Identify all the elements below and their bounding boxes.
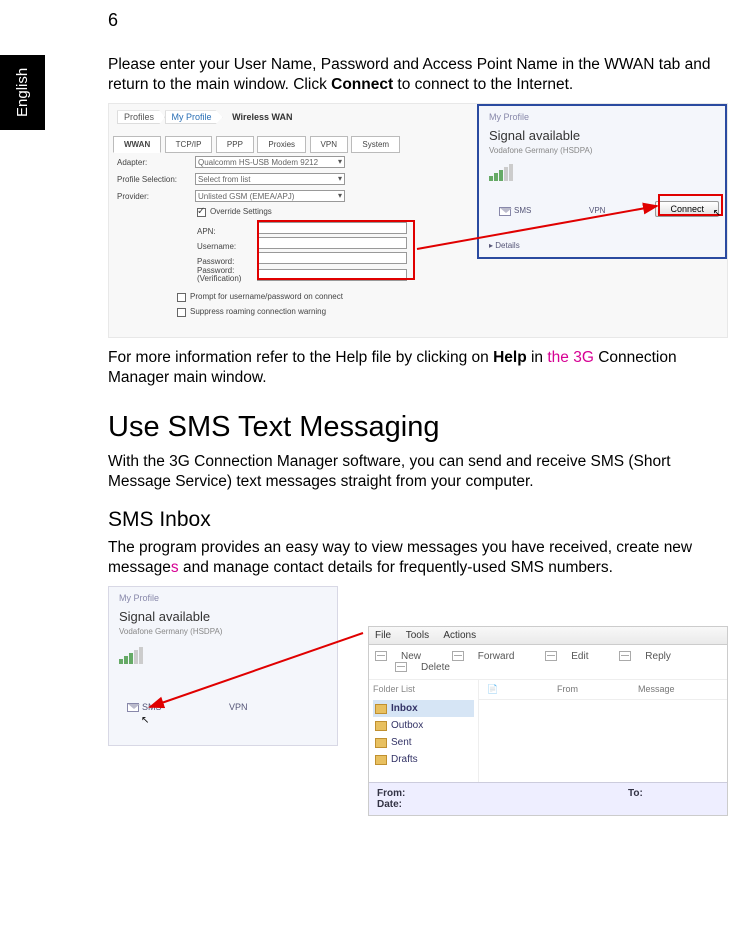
password-label: Password:	[197, 257, 257, 266]
profile-selection-label: Profile Selection:	[117, 175, 195, 184]
folder-icon	[375, 755, 387, 765]
suppress-label: Suppress roaming connection warning	[190, 307, 326, 316]
reply-icon	[619, 651, 631, 661]
forward-button[interactable]: Forward	[452, 651, 529, 662]
annotation-arrow	[417, 204, 665, 254]
col-message[interactable]: Message	[638, 684, 675, 695]
footer-to-label: To:	[628, 788, 643, 799]
text: For more information refer to the Help f…	[108, 349, 493, 366]
edit-insertion: the 3G	[547, 349, 594, 366]
toolbar: New Forward Edit Reply Delete	[369, 645, 727, 680]
profile-select[interactable]: Select from list	[195, 173, 345, 185]
edit-button[interactable]: Edit	[545, 651, 602, 662]
menu-actions[interactable]: Actions	[443, 630, 476, 641]
apn-label: APN:	[197, 227, 257, 236]
provider-label: Provider:	[117, 192, 195, 201]
override-label: Override Settings	[210, 207, 272, 216]
page-title: Wireless WAN	[232, 112, 292, 122]
menu-file[interactable]: File	[375, 630, 391, 641]
card-profile: My Profile	[119, 593, 159, 603]
new-icon	[375, 651, 387, 661]
delete-button[interactable]: Delete	[395, 662, 464, 673]
annotation-arrow	[148, 631, 368, 711]
help-paragraph: For more information refer to the Help f…	[108, 348, 728, 388]
menu-bar: File Tools Actions	[369, 627, 727, 645]
message-list-header: 📄 From Message	[479, 680, 727, 700]
folder-icon	[375, 721, 387, 731]
tab-system[interactable]: System	[351, 136, 400, 153]
suppress-checkbox[interactable]	[177, 308, 186, 317]
folder-icon	[375, 704, 387, 714]
footer-from-label: From:	[377, 788, 405, 799]
cursor-icon: ↖	[713, 208, 721, 219]
card-profile: My Profile	[489, 112, 529, 122]
tab-ppp[interactable]: PPP	[216, 136, 254, 153]
envelope-icon	[127, 703, 139, 712]
delete-icon	[395, 662, 407, 672]
adapter-label: Adapter:	[117, 158, 195, 167]
tabs: WWAN TCP/IP PPP Proxies VPN System	[113, 134, 399, 153]
carrier-name: Vodafone Germany (HSDPA)	[489, 146, 592, 155]
folder-inbox[interactable]: Inbox	[373, 700, 474, 717]
prompt-label: Prompt for username/password on connect	[190, 292, 343, 301]
heading-sms-messaging: Use SMS Text Messaging	[108, 411, 728, 444]
forward-icon	[452, 651, 464, 661]
col-icon: 📄	[487, 684, 497, 695]
wwan-settings-screenshot: Profiles My Profile Wireless WAN WWAN TC…	[108, 103, 728, 338]
preview-pane-footer: From: Date: To:	[369, 782, 727, 815]
menu-tools[interactable]: Tools	[406, 630, 429, 641]
sms-intro-paragraph: With the 3G Connection Manager software,…	[108, 452, 728, 492]
tab-vpn[interactable]: VPN	[310, 136, 348, 153]
text: and manage contact details for frequentl…	[179, 559, 613, 576]
text: in	[527, 349, 548, 366]
col-from[interactable]: From	[557, 684, 578, 695]
edit-insertion: s	[171, 559, 179, 576]
override-checkbox[interactable]	[197, 208, 206, 217]
footer-date-label: Date:	[377, 799, 402, 810]
folder-icon	[375, 738, 387, 748]
breadcrumb: Profiles My Profile Wireless WAN	[117, 110, 293, 124]
page-number: 6	[108, 10, 118, 31]
signal-bars-icon	[119, 647, 143, 664]
prompt-checkbox[interactable]	[177, 293, 186, 302]
sms-inbox-paragraph: The program provides an easy way to view…	[108, 538, 728, 578]
text: to connect to the Internet.	[393, 76, 573, 93]
cursor-icon: ↖	[141, 715, 149, 726]
sms-app-window: File Tools Actions New Forward Edit Repl…	[368, 626, 728, 816]
new-button[interactable]: New	[375, 651, 435, 662]
folder-sent[interactable]: Sent	[373, 734, 474, 751]
crumb-my-profile[interactable]: My Profile	[165, 110, 223, 124]
intro-paragraph: Please enter your User Name, Password an…	[108, 55, 728, 95]
username-label: Username:	[197, 242, 257, 251]
password-verify-label: Password:(Verification)	[197, 267, 257, 283]
adapter-select[interactable]: Qualcomm HS-USB Modem 9212	[195, 156, 345, 168]
crumb-profiles[interactable]: Profiles	[117, 110, 165, 124]
signal-status: Signal available	[119, 609, 210, 624]
highlight-box-inputs	[257, 220, 415, 280]
language-tab: English	[0, 55, 45, 130]
signal-status: Signal available	[489, 128, 580, 143]
tab-wwan[interactable]: WWAN	[113, 136, 161, 153]
signal-bars-icon	[489, 164, 513, 181]
connect-keyword: Connect	[331, 76, 393, 93]
folder-list-header: Folder List	[373, 684, 474, 694]
reply-button[interactable]: Reply	[619, 651, 685, 662]
folder-drafts[interactable]: Drafts	[373, 751, 474, 768]
folder-outbox[interactable]: Outbox	[373, 717, 474, 734]
provider-select[interactable]: Unlisted GSM (EMEA/APJ)	[195, 190, 345, 202]
heading-sms-inbox: SMS Inbox	[108, 508, 728, 532]
tab-tcpip[interactable]: TCP/IP	[165, 136, 213, 153]
edit-icon	[545, 651, 557, 661]
help-keyword: Help	[493, 349, 527, 366]
sms-inbox-screenshot: My Profile Signal available Vodafone Ger…	[108, 586, 728, 816]
tab-proxies[interactable]: Proxies	[257, 136, 306, 153]
